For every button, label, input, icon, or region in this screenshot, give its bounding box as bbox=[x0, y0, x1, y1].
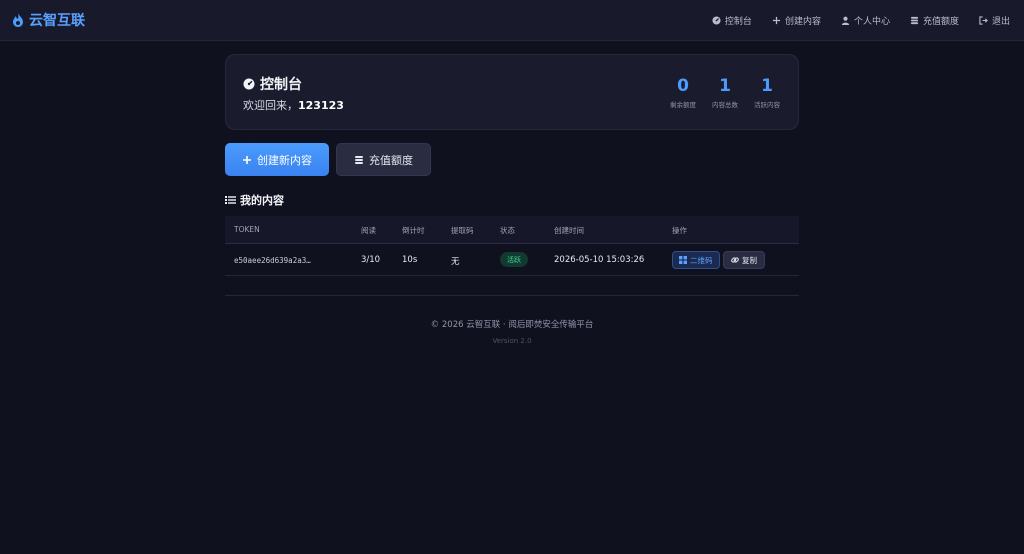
col-code: 提取码 bbox=[451, 226, 474, 235]
footer-copyright: © 2026 云智互联 · 阅后即焚安全传输平台 bbox=[430, 320, 594, 330]
create-content-label: 创建新内容 bbox=[257, 154, 312, 167]
table-header: TOKEN 阅读 倒计时 提取码 状态 创建时间 操作 bbox=[225, 216, 799, 244]
nav-create-label: 创建内容 bbox=[784, 16, 821, 27]
top-nav: 云智互联 控制台 创建内容 个人中心 充值额度 退出 bbox=[0, 0, 1024, 41]
cell-created: 2026-05-10 15:03:26 bbox=[554, 255, 645, 265]
recharge-button[interactable]: 充值额度 bbox=[336, 143, 431, 176]
nav-recharge[interactable]: 充值额度 bbox=[910, 14, 959, 27]
content-table: TOKEN 阅读 倒计时 提取码 状态 创建时间 操作 e50aee26d639… bbox=[225, 216, 799, 276]
table-row: e50aee26d639a2a3… 3/10 10s 无 活跃 2026-05-… bbox=[225, 244, 799, 276]
stat-total-content: 1 内容总数 bbox=[710, 76, 740, 109]
footer-divider bbox=[225, 295, 799, 296]
stat-active-content: 1 活跃内容 bbox=[752, 76, 782, 109]
brand-logo[interactable]: 云智互联 bbox=[12, 10, 85, 30]
copy-link-button[interactable]: 复制 bbox=[723, 251, 765, 269]
cell-reads: 3/10 bbox=[361, 255, 381, 265]
page-title: 控制台 bbox=[243, 74, 302, 94]
list-icon bbox=[225, 196, 236, 204]
nav-dashboard[interactable]: 控制台 bbox=[712, 14, 752, 27]
coins-icon bbox=[910, 16, 919, 24]
create-content-button[interactable]: 创建新内容 bbox=[225, 143, 329, 176]
plus-icon bbox=[243, 155, 251, 164]
coins-icon bbox=[355, 155, 363, 164]
welcome-text: 欢迎回来，123123 bbox=[243, 97, 344, 113]
my-content-heading-text: 我的内容 bbox=[240, 194, 284, 207]
col-status: 状态 bbox=[500, 226, 515, 235]
qrcode-button[interactable]: 二维码 bbox=[672, 251, 720, 269]
stat-value: 1 bbox=[719, 76, 731, 96]
nav-logout[interactable]: 退出 bbox=[979, 14, 1010, 27]
logout-icon bbox=[979, 15, 988, 25]
nav-recharge-label: 充值额度 bbox=[922, 16, 959, 27]
page-title-text: 控制台 bbox=[260, 77, 302, 93]
welcome-prefix: 欢迎回来， bbox=[243, 99, 298, 112]
nav-profile-label: 个人中心 bbox=[853, 16, 890, 27]
stats-group: 0 剩余额度 1 内容总数 1 活跃内容 bbox=[668, 76, 782, 109]
col-reads: 阅读 bbox=[361, 226, 376, 235]
flame-icon bbox=[13, 13, 23, 27]
col-token: TOKEN bbox=[234, 225, 260, 234]
stat-label: 剩余额度 bbox=[670, 101, 696, 109]
recharge-label: 充值额度 bbox=[369, 154, 413, 167]
cell-token: e50aee26d639a2a3… bbox=[234, 256, 311, 265]
stat-label: 内容总数 bbox=[712, 101, 738, 109]
status-badge: 活跃 bbox=[500, 252, 528, 267]
qrcode-icon bbox=[679, 256, 687, 264]
nav-dashboard-label: 控制台 bbox=[724, 16, 752, 27]
cell-code: 无 bbox=[451, 257, 460, 267]
dashboard-icon bbox=[712, 15, 721, 25]
nav-logout-label: 退出 bbox=[991, 16, 1010, 27]
stat-value: 0 bbox=[677, 76, 689, 96]
dashboard-header-card: 控制台 欢迎回来，123123 0 剩余额度 1 内容总数 1 活跃内容 bbox=[225, 54, 799, 130]
qrcode-label: 二维码 bbox=[690, 255, 713, 265]
footer-version: Version 2.0 bbox=[492, 337, 532, 345]
stat-value: 1 bbox=[761, 76, 773, 96]
stat-label: 活跃内容 bbox=[754, 101, 780, 109]
col-created: 创建时间 bbox=[554, 226, 584, 235]
col-countdown: 倒计时 bbox=[402, 226, 425, 235]
username: 123123 bbox=[298, 99, 344, 112]
nav-create[interactable]: 创建内容 bbox=[772, 14, 821, 27]
plus-icon bbox=[772, 16, 781, 24]
dashboard-icon bbox=[243, 78, 255, 90]
stat-remaining-quota: 0 剩余额度 bbox=[668, 76, 698, 109]
brand-name: 云智互联 bbox=[29, 13, 85, 29]
col-actions: 操作 bbox=[672, 226, 687, 235]
link-icon bbox=[731, 257, 739, 263]
my-content-heading: 我的内容 bbox=[225, 192, 284, 208]
copy-label: 复制 bbox=[742, 255, 757, 265]
user-icon bbox=[841, 16, 850, 25]
cell-countdown: 10s bbox=[402, 255, 418, 265]
nav-profile[interactable]: 个人中心 bbox=[841, 14, 890, 27]
